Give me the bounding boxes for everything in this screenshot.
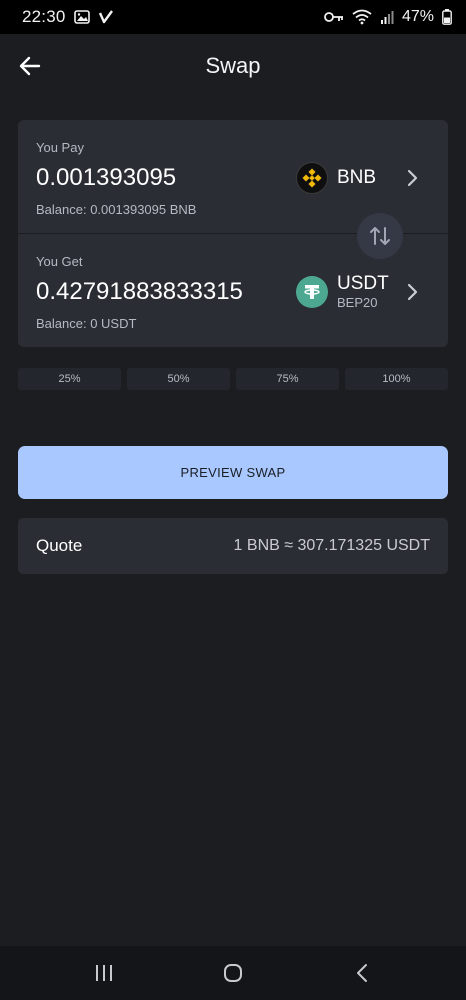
percent-25-button[interactable]: 25%	[18, 368, 121, 390]
header: Swap	[0, 34, 466, 98]
check-notification-icon	[98, 10, 113, 24]
get-token-symbol: USDT	[337, 273, 389, 294]
chevron-right-icon	[407, 283, 418, 301]
wifi-icon	[352, 9, 372, 25]
signal-icon	[380, 11, 394, 24]
status-left: 22:30	[22, 7, 114, 27]
chevron-right-icon	[407, 169, 418, 187]
quote-value: 1 BNB ≈ 307.171325 USDT	[233, 537, 430, 554]
pay-token-selector[interactable]: BNB	[296, 158, 438, 198]
get-amount-input[interactable]: 0.42791883833315	[36, 278, 264, 310]
get-label: You Get	[36, 254, 83, 269]
pay-amount-input[interactable]: 0.001393095	[36, 164, 264, 196]
recents-button[interactable]	[74, 953, 134, 993]
get-token-network: BEP20	[337, 295, 378, 310]
swap-direction-button[interactable]	[357, 213, 403, 259]
page-title: Swap	[205, 53, 261, 78]
pay-token-text: BNB	[337, 167, 376, 189]
chevron-left-icon	[356, 964, 367, 982]
swap-screen: Swap You Pay 0.001393095 Balance: 0.0013…	[0, 34, 466, 946]
battery-icon	[442, 9, 452, 25]
pay-token-symbol: BNB	[337, 167, 377, 188]
percent-75-button[interactable]: 75%	[236, 368, 339, 390]
usdt-logo-icon	[296, 276, 328, 308]
get-token-text: USDT BEP20	[337, 273, 389, 311]
get-balance: Balance: 0 USDT	[36, 316, 137, 331]
percent-50-button[interactable]: 50%	[127, 368, 230, 390]
quote-label: Quote	[36, 536, 83, 555]
quote-card: Quote 1 BNB ≈ 307.171325 USDT	[18, 518, 448, 574]
home-icon	[223, 964, 242, 982]
battery-percent: 47%	[401, 8, 434, 25]
status-bar: 22:30 47%	[0, 0, 466, 34]
key-icon	[324, 12, 343, 22]
system-nav-bar	[0, 946, 466, 1000]
pay-label: You Pay	[36, 140, 84, 155]
status-right: 47%	[324, 8, 452, 26]
percent-100-button[interactable]: 100%	[345, 368, 448, 390]
preview-swap-button[interactable]: PREVIEW SWAP	[18, 446, 448, 499]
gallery-notification-icon	[73, 10, 90, 24]
pay-balance: Balance: 0.001393095 BNB	[36, 202, 197, 217]
get-token-selector[interactable]: USDT BEP20	[296, 272, 438, 312]
recents-icon	[96, 965, 113, 981]
home-button[interactable]	[203, 953, 263, 993]
swap-arrows-icon	[370, 227, 390, 245]
arrow-left-icon	[19, 56, 41, 76]
back-nav-button[interactable]	[332, 953, 392, 993]
back-button[interactable]	[14, 50, 46, 82]
bnb-logo-icon	[296, 162, 328, 194]
status-time: 22:30	[22, 7, 66, 26]
percent-buttons: 25% 50% 75% 100%	[18, 368, 448, 390]
